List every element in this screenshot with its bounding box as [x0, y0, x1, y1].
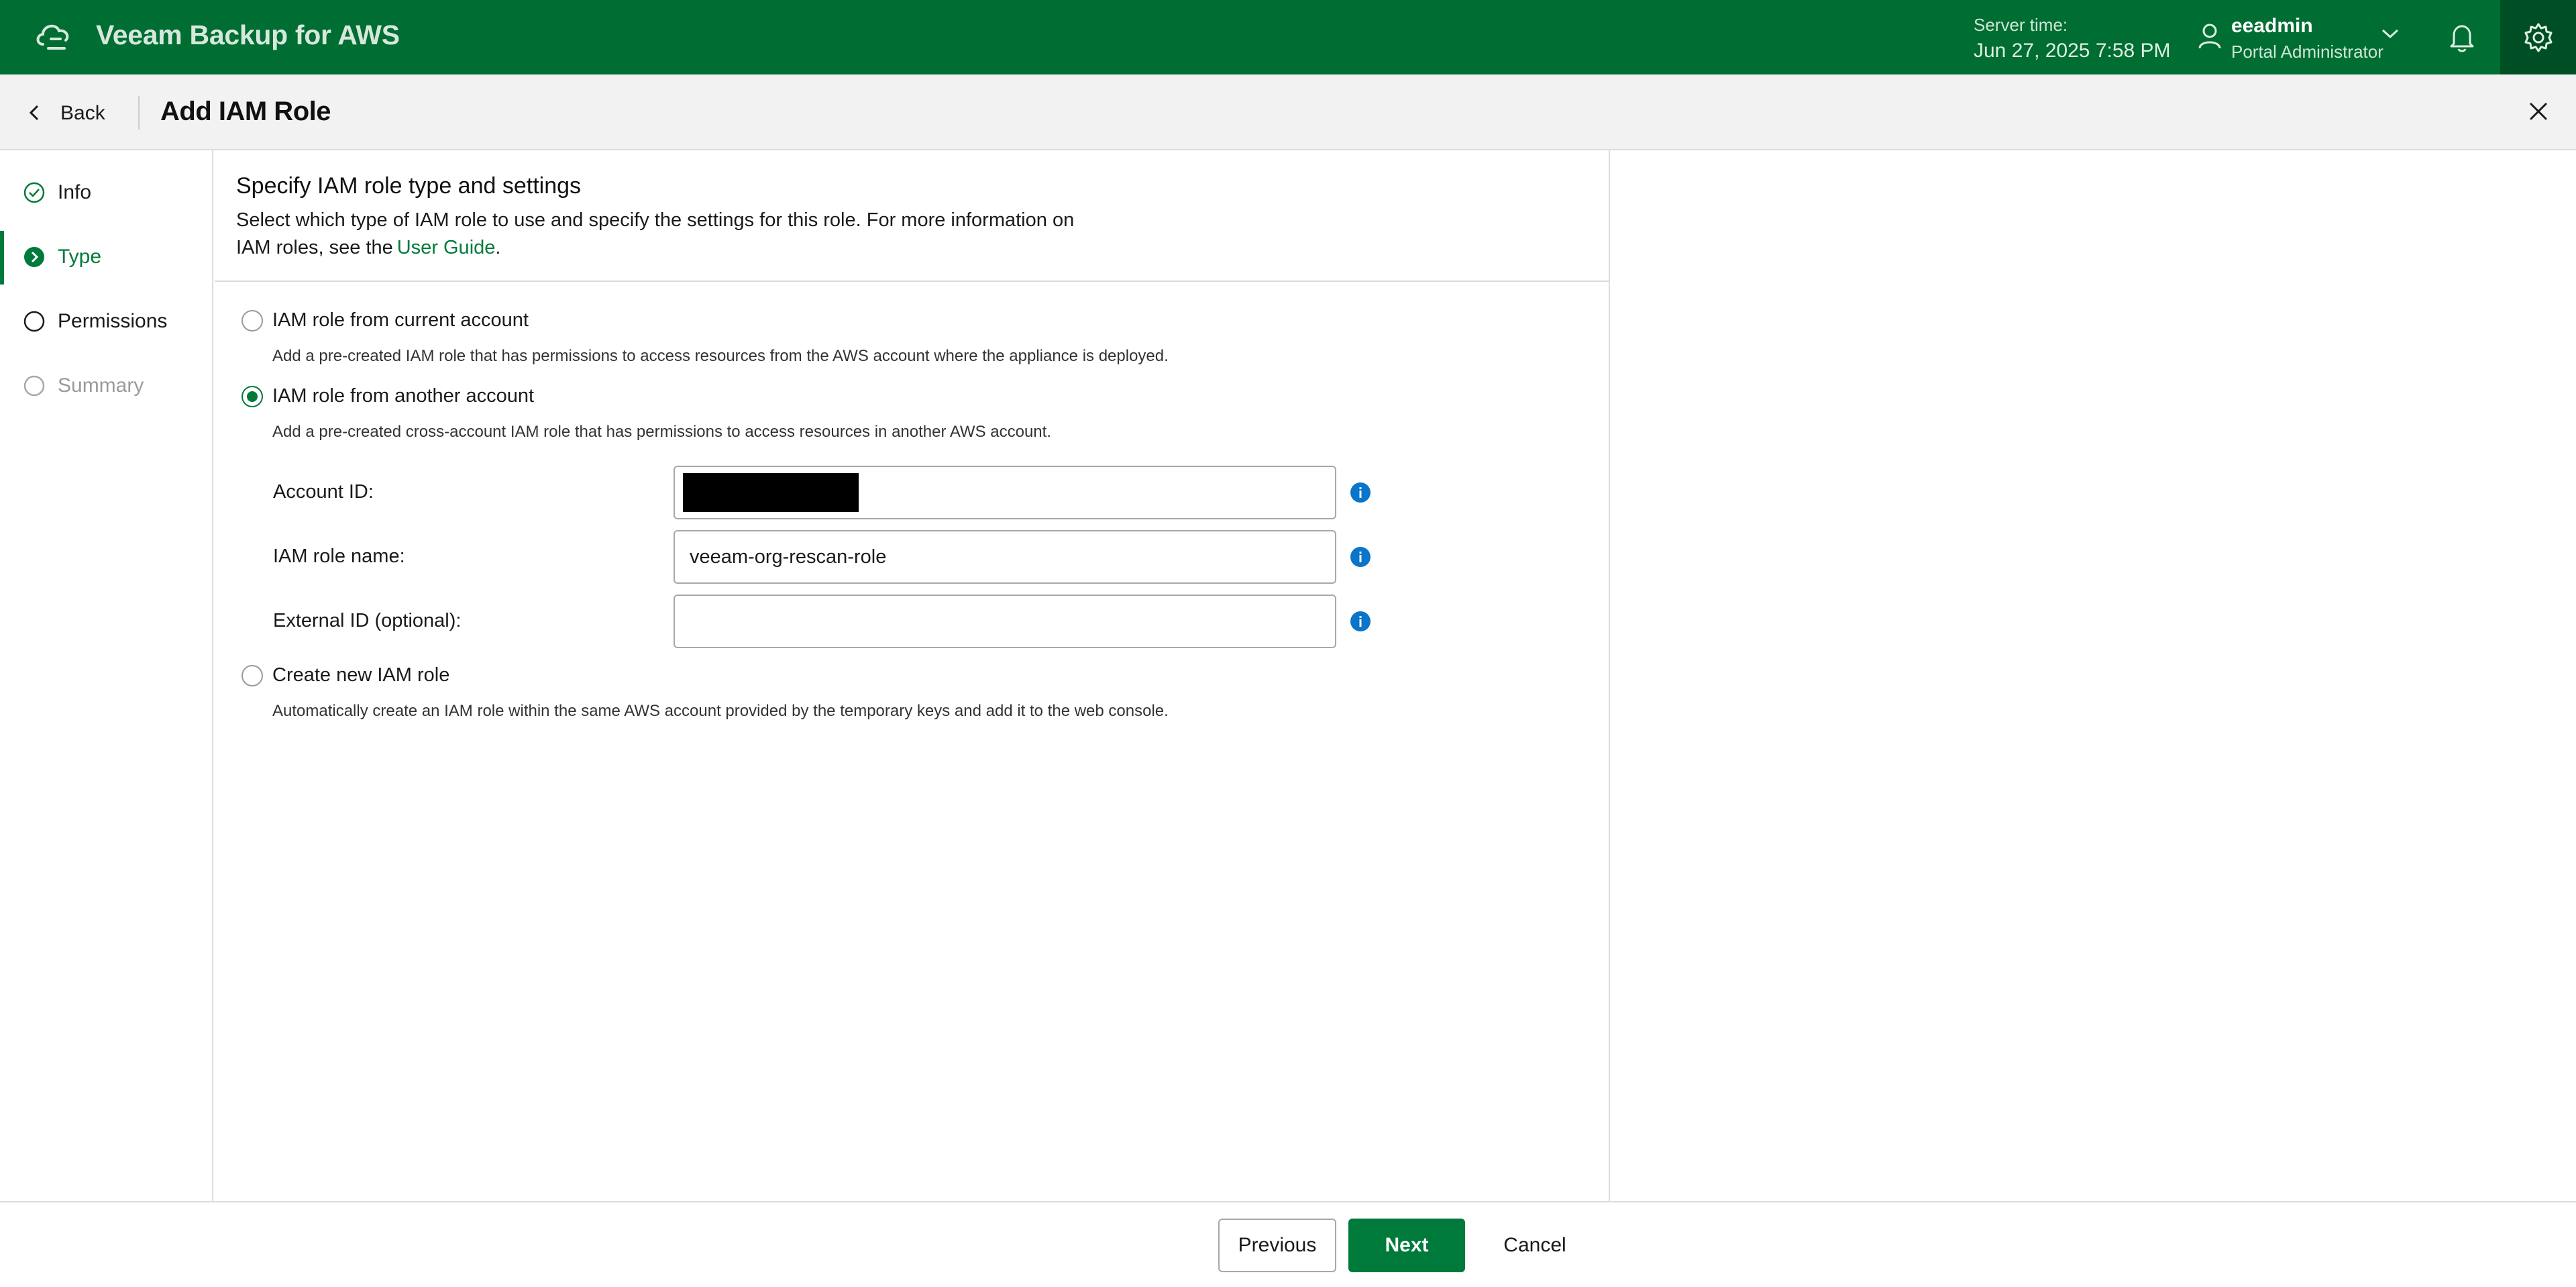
option-create-new-description: Automatically create an IAM role within …	[272, 702, 1169, 720]
option-current-account-description: Add a pre-created IAM role that has perm…	[272, 347, 1169, 365]
active-step-indicator	[0, 231, 4, 285]
section-description-end: .	[495, 237, 501, 258]
chevron-down-icon	[2381, 29, 2399, 39]
next-button[interactable]: Next	[1348, 1219, 1465, 1272]
app-title: Veeam Backup for AWS	[96, 19, 400, 50]
section-description: Select which type of IAM role to use and…	[236, 207, 1108, 262]
user-menu[interactable]: eeadmin Portal Administrator	[2198, 15, 2406, 62]
back-button[interactable]: Back	[27, 93, 121, 131]
step-summary-label: Summary	[58, 374, 144, 397]
radio-create-new[interactable]	[241, 665, 263, 686]
radio-current-account[interactable]	[241, 310, 263, 331]
wizard-content: Specify IAM role type and settings Selec…	[215, 150, 1610, 1201]
page-title: Add IAM Role	[160, 97, 331, 126]
iam-role-name-input[interactable]	[674, 530, 1336, 584]
circle-icon	[23, 375, 45, 397]
previous-button[interactable]: Previous	[1218, 1219, 1336, 1272]
arrow-circle-icon	[24, 247, 44, 267]
option-another-account-label[interactable]: IAM role from another account	[272, 385, 534, 407]
step-info-label: Info	[58, 181, 92, 203]
server-time: Server time: Jun 27, 2025 7:58 PM	[1974, 15, 2171, 62]
user-icon	[2198, 23, 2221, 49]
header-divider	[138, 96, 140, 130]
section-description-text: Select which type of IAM role to use and…	[236, 209, 1075, 258]
radio-another-account[interactable]	[241, 386, 263, 407]
account-id-label: Account ID:	[273, 481, 374, 503]
iam-role-name-label: IAM role name:	[273, 546, 405, 567]
step-permissions-label: Permissions	[58, 310, 168, 332]
step-summary: Summary	[0, 360, 212, 413]
circle-icon	[23, 311, 45, 332]
user-name: eeadmin	[2231, 15, 2313, 37]
chevron-left-icon	[29, 105, 39, 121]
back-label: Back	[60, 102, 105, 124]
user-guide-link[interactable]: User Guide	[397, 237, 496, 258]
section-title: Specify IAM role type and settings	[236, 173, 582, 199]
step-type[interactable]: Type	[0, 231, 212, 285]
step-permissions[interactable]: Permissions	[0, 295, 212, 349]
check-circle-icon	[23, 182, 45, 203]
step-type-label: Type	[58, 246, 102, 268]
section-header: Specify IAM role type and settings Selec…	[215, 150, 1609, 282]
gear-icon	[2524, 23, 2553, 52]
settings-button[interactable]	[2500, 0, 2576, 74]
external-id-label: External ID (optional):	[273, 610, 462, 631]
veeam-cloud-logo-icon	[36, 24, 69, 50]
info-icon[interactable]	[1350, 482, 1371, 503]
wizard-steps: Info Type Permissions Summary	[0, 150, 213, 1201]
page-header: Back Add IAM Role	[0, 74, 2576, 150]
info-icon[interactable]	[1350, 611, 1371, 632]
option-current-account-label[interactable]: IAM role from current account	[272, 309, 529, 331]
external-id-input[interactable]	[674, 595, 1336, 648]
option-create-new-label[interactable]: Create new IAM role	[272, 664, 449, 686]
info-icon[interactable]	[1350, 546, 1371, 568]
wizard-footer: Previous Next Cancel	[0, 1201, 2576, 1287]
redacted-account-id	[683, 473, 859, 512]
server-time-value: Jun 27, 2025 7:58 PM	[1974, 40, 2171, 62]
close-icon[interactable]	[2525, 98, 2552, 125]
option-another-account-description: Add a pre-created cross-account IAM role…	[272, 423, 1051, 441]
cancel-button[interactable]: Cancel	[1485, 1219, 1585, 1272]
server-time-label: Server time:	[1974, 15, 2068, 35]
notifications-bell-icon[interactable]	[2447, 22, 2477, 53]
top-bar: Veeam Backup for AWS Server time: Jun 27…	[0, 0, 2576, 74]
step-info[interactable]: Info	[0, 166, 212, 220]
user-role: Portal Administrator	[2231, 42, 2383, 62]
